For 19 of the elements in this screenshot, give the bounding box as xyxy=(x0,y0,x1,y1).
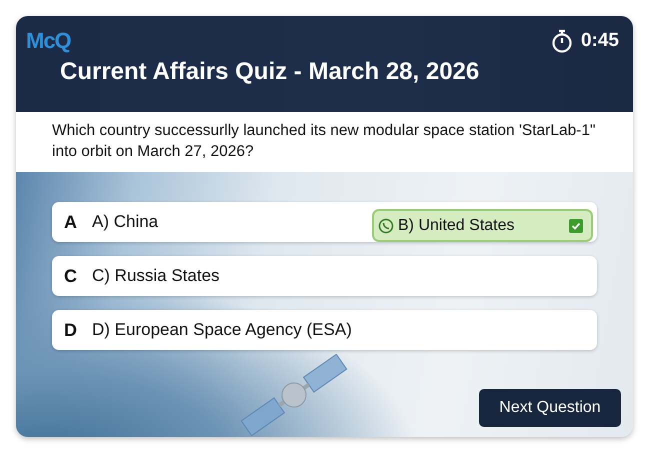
answer-option[interactable]: A A) China B) United States xyxy=(52,202,597,242)
option-letter: C xyxy=(64,266,78,286)
option-letter: A xyxy=(64,212,78,232)
quiz-title: Current Affairs Quiz - March 28, 2026 xyxy=(60,58,480,86)
stopwatch-icon xyxy=(550,29,573,53)
answer-option[interactable]: D D) European Space Agency (ESA) xyxy=(52,310,597,350)
checkbox[interactable] xyxy=(569,218,583,232)
option-label: A) China xyxy=(92,212,160,232)
logo: McQ xyxy=(26,28,71,54)
option-label: D) European Space Agency (ESA) xyxy=(92,320,353,340)
answer-option[interactable]: C C) Russia States xyxy=(52,256,597,296)
option-letter: D xyxy=(64,320,78,340)
answer-option[interactable]: B) United States xyxy=(372,209,593,242)
question-text: Which country successurlly launched its new modular space station 'StarLab-1" into orbit on March 27, 2026? xyxy=(51,121,596,162)
option-label: C) Russia States xyxy=(92,266,221,286)
next-question-button[interactable]: Next Question xyxy=(479,389,621,427)
timer-text: 0:45 xyxy=(580,30,619,52)
option-label: B) United States xyxy=(398,216,516,234)
phone-icon xyxy=(378,218,394,234)
